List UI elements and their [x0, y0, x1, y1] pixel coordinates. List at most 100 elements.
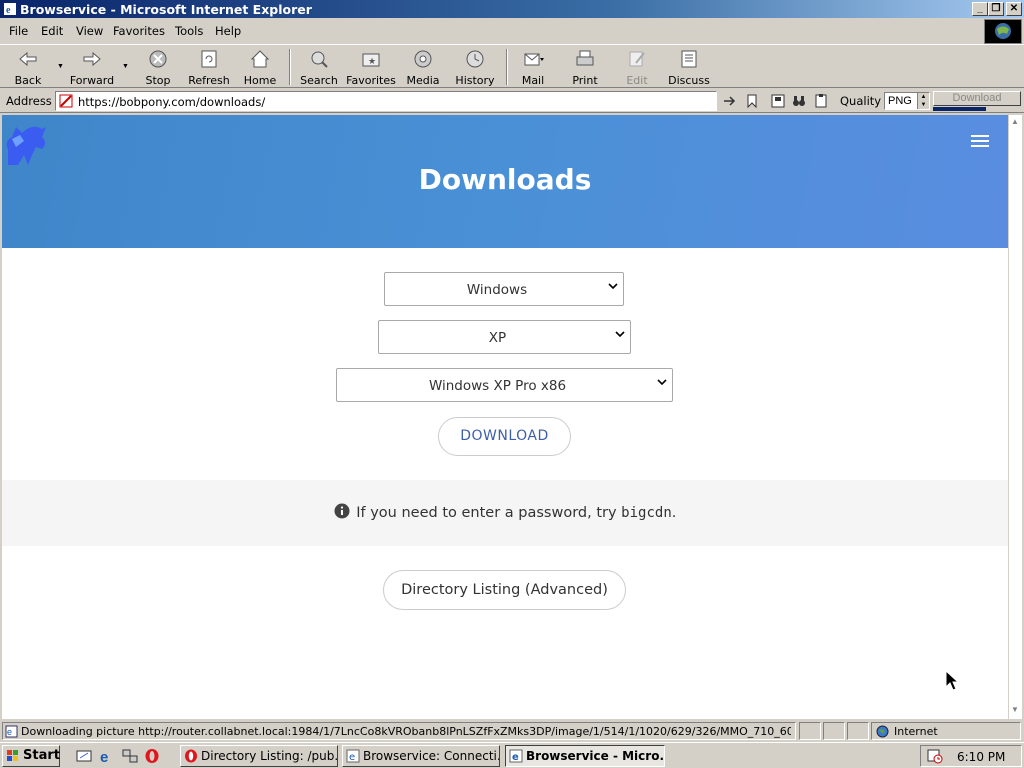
opera-icon — [185, 749, 197, 763]
svg-text:e: e — [7, 727, 12, 737]
print-button[interactable]: Print — [566, 47, 604, 87]
clipboard-icon[interactable] — [813, 93, 829, 109]
menu-edit[interactable]: Edit — [41, 24, 63, 38]
menu-file[interactable]: File — [9, 24, 28, 38]
edition-select[interactable]: Windows XP Pro x86 — [336, 368, 673, 402]
menu-help[interactable]: Help — [215, 24, 241, 38]
search-button[interactable]: Search — [298, 47, 340, 87]
page-icon — [59, 94, 73, 108]
mail-icon — [524, 53, 544, 66]
pony-logo-icon — [6, 126, 46, 165]
os-select[interactable]: Windows — [384, 272, 624, 306]
security-zone: Internet — [871, 722, 1021, 740]
vertical-scrollbar[interactable]: ▲ ▼ — [1008, 115, 1022, 719]
scroll-up-icon[interactable]: ▲ — [1011, 117, 1019, 126]
svg-text:★: ★ — [368, 57, 376, 67]
home-icon — [250, 50, 270, 68]
discuss-icon — [681, 50, 697, 68]
window-title: Browservice - Microsoft Internet Explore… — [20, 2, 312, 17]
status-cell — [847, 722, 869, 740]
mouse-cursor-icon — [945, 670, 959, 691]
find-binoculars-icon[interactable] — [791, 93, 807, 109]
forward-button[interactable]: Forward — [68, 47, 116, 87]
status-cell — [799, 722, 821, 740]
download-button[interactable]: Download — [933, 91, 1021, 106]
back-dropdown-icon[interactable]: ▼ — [57, 63, 64, 70]
refresh-icon — [201, 50, 217, 68]
password-notice: If you need to enter a password, try big… — [2, 480, 1008, 546]
notice-suffix: . — [671, 505, 677, 521]
favorites-folder-icon: ★ — [362, 53, 380, 67]
search-icon — [311, 51, 328, 68]
media-button[interactable]: Media — [404, 47, 442, 87]
task-browservice-ie[interactable]: e Browservice - Micro... — [505, 745, 665, 767]
mail-button[interactable]: Mail — [514, 47, 552, 87]
start-button[interactable]: Start — [2, 745, 60, 767]
task-directory-listing[interactable]: Directory Listing: /pub... — [180, 745, 338, 767]
refresh-button[interactable]: Refresh — [186, 47, 232, 87]
svg-text:e: e — [349, 752, 355, 763]
opera-icon[interactable] — [144, 748, 160, 764]
toolbar-separator — [289, 49, 291, 85]
menu-view[interactable]: View — [76, 24, 103, 38]
stop-icon — [149, 50, 167, 68]
save-page-icon[interactable] — [770, 93, 786, 109]
toolbar-separator — [506, 49, 508, 85]
chevron-down-icon — [608, 283, 618, 290]
address-label: Address — [6, 94, 52, 108]
close-button[interactable]: ✕ — [1006, 2, 1022, 16]
edit-icon — [629, 51, 645, 67]
address-url: https://bobpony.com/downloads/ — [78, 95, 266, 109]
svg-text:e: e — [6, 5, 11, 16]
favorites-button[interactable]: ★ Favorites — [346, 47, 396, 87]
ie-quicklaunch-icon[interactable]: e — [99, 748, 115, 764]
clock[interactable]: 6:10 PM — [957, 750, 1005, 764]
edit-button[interactable]: Edit — [618, 47, 656, 87]
back-arrow-icon — [19, 51, 37, 67]
hero-banner: Downloads — [2, 115, 1008, 248]
scheduled-task-icon[interactable] — [927, 748, 943, 764]
status-cell — [823, 722, 845, 740]
minimize-button[interactable]: _ — [972, 2, 988, 16]
printer-icon — [576, 50, 594, 66]
windows-logo-throbber — [984, 19, 1022, 44]
download-page-button[interactable]: DOWNLOAD — [438, 417, 571, 456]
home-button[interactable]: Home — [240, 47, 280, 87]
task-browservice-connecting[interactable]: e Browservice: Connecti... — [342, 745, 500, 767]
chevron-down-icon — [615, 331, 625, 338]
ie-window-icon: e — [346, 749, 360, 763]
show-desktop-icon[interactable] — [76, 748, 92, 764]
page-viewport: Downloads Windows XP Windows XP Pro x86 … — [2, 115, 1008, 719]
media-icon — [414, 50, 432, 68]
address-input[interactable]: https://bobpony.com/downloads/ — [55, 91, 717, 111]
go-arrow-icon[interactable] — [722, 93, 738, 109]
discuss-button[interactable]: Discuss — [666, 47, 712, 87]
back-button[interactable]: Back — [8, 47, 48, 87]
status-message: e Downloading picture http://router.coll… — [2, 722, 796, 740]
stop-button[interactable]: Stop — [138, 47, 178, 87]
version-select[interactable]: XP — [378, 320, 631, 354]
menu-favorites[interactable]: Favorites — [113, 24, 165, 38]
quality-select[interactable]: PNG ▲ ▼ — [884, 92, 930, 110]
page-title: Downloads — [418, 163, 592, 196]
bookmark-icon[interactable] — [744, 93, 760, 109]
taskbar: Start e Directory Listing: /pub... e Bro… — [0, 742, 1024, 768]
menu-tools[interactable]: Tools — [175, 24, 203, 38]
windows-flag-icon — [7, 750, 18, 761]
history-button[interactable]: History — [452, 47, 498, 87]
quality-spinner[interactable]: ▲ ▼ — [917, 93, 929, 109]
notice-text: If you need to enter a password, try — [356, 505, 617, 521]
ie-window-icon: e — [509, 749, 523, 763]
toolbar: Back ▼ Forward ▼ Stop Refresh Home Searc… — [0, 44, 1024, 88]
chevron-down-icon — [657, 379, 667, 386]
svg-text:e: e — [100, 749, 108, 764]
address-bar: Address https://bobpony.com/downloads/ Q… — [0, 89, 1024, 113]
scroll-down-icon[interactable]: ▼ — [1011, 705, 1019, 714]
directory-listing-button[interactable]: Directory Listing (Advanced) — [383, 570, 626, 610]
history-icon — [466, 50, 484, 68]
network-icon[interactable] — [122, 748, 138, 764]
hamburger-menu-icon[interactable] — [971, 135, 989, 149]
status-bar: e Downloading picture http://router.coll… — [0, 721, 1024, 741]
restore-button[interactable]: ❐ — [988, 2, 1004, 16]
forward-dropdown-icon[interactable]: ▼ — [122, 63, 129, 70]
